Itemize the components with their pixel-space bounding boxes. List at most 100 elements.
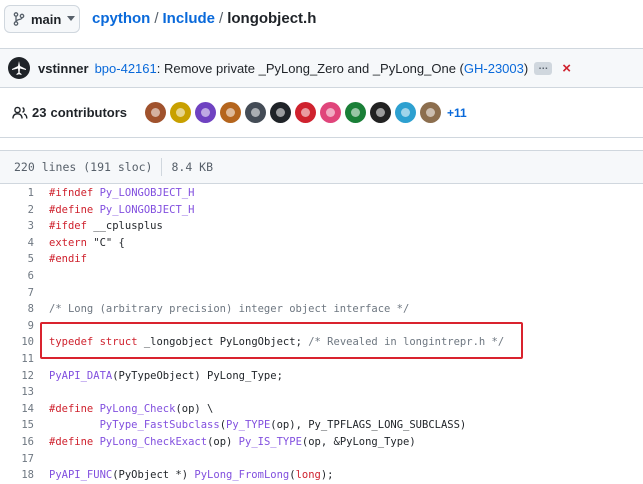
breadcrumb-separator: / [154,10,159,27]
line-count: 220 lines (191 sloc) [14,160,153,174]
avatar-face-icon [176,108,186,117]
contributor-avatar[interactable] [370,102,392,123]
line-number[interactable]: 11 [0,351,34,368]
code-token: (op) [207,436,239,448]
commit-message[interactable]: : Remove private _PyLong_Zero and _PyLon… [157,61,464,76]
code-text: #ifndef Py_LONGOBJECT_H [49,185,194,202]
code-token: Py_IS_TYPE [238,436,302,448]
contributor-avatar[interactable] [420,102,442,123]
line-number[interactable]: 12 [0,368,34,385]
code-text: extern "C" { [49,235,125,252]
code-line: 15 PyType_FastSubclass(Py_TYPE(op), Py_T… [0,417,643,434]
line-number[interactable]: 17 [0,451,34,468]
avatar-face-icon [151,108,161,117]
line-number[interactable]: 2 [0,202,34,219]
code-line: 16 #define PyLong_CheckExact(op) Py_IS_TY… [0,434,643,451]
line-number[interactable]: 8 [0,301,34,318]
expand-commit-button[interactable]: … [534,61,553,75]
code-line: 17 [0,451,643,468]
line-number[interactable]: 7 [0,285,34,302]
code-token: #define [49,436,94,448]
contributor-avatar[interactable] [245,102,267,123]
author-avatar[interactable] [8,57,30,79]
code-token: /* Long (arbitrary precision) integer ob… [49,303,410,316]
line-number[interactable]: 10 [0,334,34,351]
code-token: (op, &PyLong_Type) [301,436,416,448]
contributor-avatar[interactable] [320,102,342,123]
avatar-face-icon [426,108,436,117]
avatar-face-icon [226,108,236,117]
breadcrumb-repo-link[interactable]: cpython [92,10,150,27]
more-contributors-link[interactable]: +11 [447,106,467,120]
contributor-avatar[interactable] [145,102,167,123]
highlight-annotation-box [40,322,523,359]
code-token: (op), Py_TPFLAGS_LONG_SUBCLASS) [270,419,467,432]
line-number[interactable]: 3 [0,218,34,235]
breadcrumb: cpython / Include / longobject.h [92,10,316,27]
code-token: (PyTypeObject) PyLong_Type; [112,369,283,382]
avatar-face-icon [401,108,411,117]
code-token: long [295,469,321,482]
divider [161,158,163,176]
commit-issue-link[interactable]: bpo-42161 [95,61,157,76]
code-token: #define [49,402,94,415]
contributor-avatar[interactable] [295,102,317,123]
avatar-face-icon [201,108,211,117]
line-number[interactable]: 13 [0,384,34,401]
file-info-header: 220 lines (191 sloc) 8.4 KB [0,150,643,184]
commit-message-end: ) [523,60,529,76]
code-text: #define PyLong_Check(op) \ [49,401,213,418]
caret-down-icon [67,16,76,21]
contributor-avatar[interactable] [170,102,192,123]
line-number[interactable]: 1 [0,185,34,202]
contributor-avatar[interactable] [195,102,217,123]
avatar-face-icon [351,108,361,117]
commit-author-link[interactable]: vstinner [38,61,89,76]
code-token: Py_LONGOBJECT_H [99,187,195,199]
code-token: (op) \ [175,402,214,415]
code-token: #define [49,203,94,216]
code-line: 5 #endif [0,251,643,268]
code-text: #ifdef __cplusplus [49,218,163,235]
line-number[interactable]: 15 [0,417,34,434]
code-line: 14 #define PyLong_Check(op) \ [0,401,643,418]
line-number[interactable]: 18 [0,467,34,484]
code-line: 6 [0,268,643,285]
code-token: PyLong_FromLong [194,469,290,482]
code-text: #define PyLong_CheckExact(op) Py_IS_TYPE… [49,434,416,451]
status-failure-icon[interactable]: × [562,60,571,77]
contributor-avatar[interactable] [395,102,417,123]
code-token: Py_LONGOBJECT_H [99,203,195,216]
code-token: Py_TYPE [226,419,271,432]
code-token: #endif [49,253,87,266]
contributor-avatar[interactable] [220,102,242,123]
line-number[interactable]: 14 [0,401,34,418]
line-number[interactable]: 5 [0,251,34,268]
contributor-avatar[interactable] [345,102,367,123]
line-number[interactable]: 4 [0,235,34,252]
avatar-face-icon [326,108,336,117]
code-line: 3 #ifdef __cplusplus [0,218,643,235]
commit-pr-link[interactable]: GH-23003 [464,61,524,76]
code-token: ); [320,469,334,482]
code-text: PyType_FastSubclass(Py_TYPE(op), Py_TPFL… [49,417,467,434]
airplane-icon [12,61,26,75]
code-token: extern [49,236,87,249]
avatar-face-icon [251,108,261,117]
contributors-label: contributors [50,105,128,120]
contributor-avatar[interactable] [270,102,292,123]
breadcrumb-folder-link[interactable]: Include [163,10,216,27]
code-line: 4 extern "C" { [0,235,643,252]
line-number[interactable]: 9 [0,318,34,335]
contributors-link[interactable]: 23 contributors [12,105,127,120]
code-text: /* Long (arbitrary precision) integer ob… [49,301,409,318]
code-line: 2 #define Py_LONGOBJECT_H [0,202,643,219]
code-text: PyAPI_DATA(PyTypeObject) PyLong_Type; [49,368,283,385]
code-line: 18 PyAPI_FUNC(PyObject *) PyLong_FromLong… [0,467,643,484]
contributor-avatars [145,102,442,123]
line-number[interactable]: 16 [0,434,34,451]
branch-selector-button[interactable]: main [4,5,80,33]
code-line: 8 /* Long (arbitrary precision) integer o… [0,301,643,318]
avatar-face-icon [376,108,386,117]
line-number[interactable]: 6 [0,268,34,285]
